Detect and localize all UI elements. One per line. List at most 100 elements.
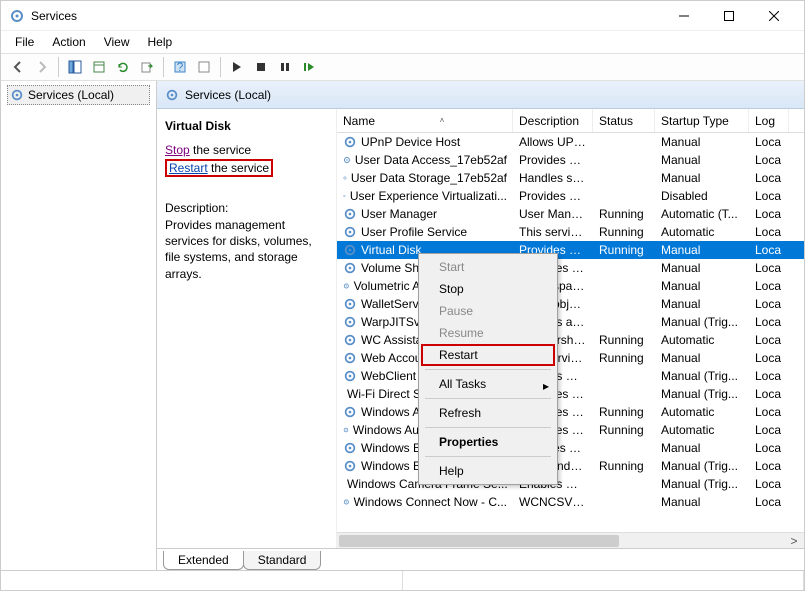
cell-logon: Loca <box>749 261 789 275</box>
service-icon <box>343 297 357 311</box>
cell-logon: Loca <box>749 315 789 329</box>
forward-button[interactable] <box>31 56 53 78</box>
service-row[interactable]: User ManagerUser Manag...RunningAutomati… <box>337 205 804 223</box>
tree-root-label: Services (Local) <box>28 88 114 102</box>
properties-button[interactable] <box>88 56 110 78</box>
cell-startup: Automatic <box>655 423 749 437</box>
ctx-help[interactable]: Help <box>421 460 555 482</box>
cell-logon: Loca <box>749 135 789 149</box>
cell-logon: Loca <box>749 333 789 347</box>
column-description[interactable]: Description <box>513 109 593 132</box>
service-row[interactable]: User Experience Virtualizati...Provides … <box>337 187 804 205</box>
service-row[interactable]: User Data Storage_17eb52afHandles sto...… <box>337 169 804 187</box>
pause-service-button[interactable] <box>274 56 296 78</box>
service-icon <box>343 189 346 203</box>
ctx-separator <box>425 369 551 370</box>
column-logon[interactable]: Log <box>749 109 789 132</box>
ctx-all-tasks[interactable]: All Tasks▸ <box>421 373 555 395</box>
cell-startup: Automatic <box>655 333 749 347</box>
service-row[interactable]: Web Account ManagerThis service ...Runni… <box>337 349 804 367</box>
column-status[interactable]: Status <box>593 109 655 132</box>
tree-root-node[interactable]: Services (Local) <box>7 85 150 105</box>
service-row[interactable]: Windows Biometric ServiceThe Windo...Run… <box>337 457 804 475</box>
scroll-right-icon[interactable]: > <box>786 533 802 548</box>
ctx-restart[interactable]: Restart <box>421 344 555 366</box>
tab-standard[interactable]: Standard <box>243 551 322 570</box>
content-area: Services (Local) Services (Local) Virtua… <box>1 81 804 570</box>
service-row[interactable]: WC AssistantWondershare ...RunningAutoma… <box>337 331 804 349</box>
stop-suffix: the service <box>190 143 251 157</box>
service-row[interactable]: Windows Audio Endpoint B...Manages au...… <box>337 421 804 439</box>
cell-startup: Manual <box>655 297 749 311</box>
cell-status: Running <box>593 459 655 473</box>
restart-service-link[interactable]: Restart <box>169 161 208 175</box>
status-bar <box>1 570 804 590</box>
cell-name: User Data Storage_17eb52af <box>337 171 513 185</box>
maximize-button[interactable] <box>706 2 751 30</box>
column-startup[interactable]: Startup Type <box>655 109 749 132</box>
service-row[interactable]: UPnP Device HostAllows UPn...ManualLoca <box>337 133 804 151</box>
service-row[interactable]: User Data Access_17eb52afProvides ap...M… <box>337 151 804 169</box>
service-row[interactable]: WebClientEnables Win...Manual (Trig...Lo… <box>337 367 804 385</box>
cell-logon: Loca <box>749 153 789 167</box>
list-body[interactable]: UPnP Device HostAllows UPn...ManualLocaU… <box>337 133 804 532</box>
stop-service-link[interactable]: Stop <box>165 143 190 157</box>
minimize-button[interactable] <box>661 2 706 30</box>
titlebar: Services <box>1 1 804 31</box>
cell-startup: Manual <box>655 153 749 167</box>
service-row[interactable]: Virtual DiskProvides m...RunningManualLo… <box>337 241 804 259</box>
pane-title: Services (Local) <box>185 88 271 102</box>
cell-startup: Automatic <box>655 225 749 239</box>
restart-service-button[interactable] <box>298 56 320 78</box>
cell-status: Running <box>593 423 655 437</box>
help-button[interactable]: ? <box>169 56 191 78</box>
service-row[interactable]: Windows AudioManages au...RunningAutomat… <box>337 403 804 421</box>
cell-logon: Loca <box>749 441 789 455</box>
menu-file[interactable]: File <box>7 33 42 51</box>
service-row[interactable]: Windows BackupProvides Wi...ManualLoca <box>337 439 804 457</box>
start-service-button[interactable] <box>226 56 248 78</box>
menu-view[interactable]: View <box>96 33 138 51</box>
service-row[interactable]: Windows Camera Frame Se...Enables mul...… <box>337 475 804 493</box>
refresh-button[interactable] <box>112 56 134 78</box>
tab-extended[interactable]: Extended <box>163 551 244 570</box>
service-row[interactable]: WalletServiceHosts objec...ManualLoca <box>337 295 804 313</box>
service-row[interactable]: Volume Shadow CopyManages an...ManualLoc… <box>337 259 804 277</box>
cell-startup: Manual (Trig... <box>655 459 749 473</box>
service-icon <box>343 369 357 383</box>
back-button[interactable] <box>7 56 29 78</box>
service-icon <box>343 243 357 257</box>
menu-help[interactable]: Help <box>140 33 181 51</box>
ctx-separator <box>425 398 551 399</box>
service-row[interactable]: User Profile ServiceThis service ...Runn… <box>337 223 804 241</box>
cell-desc: Provides su... <box>513 189 593 203</box>
pane-header: Services (Local) <box>157 81 804 109</box>
service-row[interactable]: Wi-Fi Direct Services Conne...Manages co… <box>337 385 804 403</box>
ctx-resume: Resume <box>421 322 555 344</box>
service-icon <box>343 351 357 365</box>
export-button[interactable] <box>136 56 158 78</box>
show-hide-tree-button[interactable] <box>64 56 86 78</box>
service-row[interactable]: Windows Connect Now - C...WCNCSVC ...Man… <box>337 493 804 511</box>
context-menu: Start Stop Pause Resume Restart All Task… <box>418 253 558 485</box>
ctx-stop[interactable]: Stop <box>421 278 555 300</box>
service-row[interactable]: Volumetric Audio Composit...Hosts spatia… <box>337 277 804 295</box>
stop-service-button[interactable] <box>250 56 272 78</box>
horizontal-scrollbar[interactable]: > <box>337 532 804 548</box>
gear-icon <box>165 88 179 102</box>
cell-status: Running <box>593 243 655 257</box>
menu-action[interactable]: Action <box>44 33 93 51</box>
restart-highlight: Restart the service <box>165 159 273 177</box>
scrollbar-thumb[interactable] <box>339 535 619 547</box>
service-icon <box>343 459 357 473</box>
ctx-refresh[interactable]: Refresh <box>421 402 555 424</box>
cell-logon: Loca <box>749 387 789 401</box>
cell-logon: Loca <box>749 279 789 293</box>
service-row[interactable]: WarpJITSvcEnables a JI...Manual (Trig...… <box>337 313 804 331</box>
close-button[interactable] <box>751 2 796 30</box>
toolbar-separator <box>163 57 164 77</box>
cell-desc: Handles sto... <box>513 171 593 185</box>
column-name[interactable]: Name˄ <box>337 109 513 132</box>
ctx-properties[interactable]: Properties <box>421 431 555 453</box>
action-button[interactable] <box>193 56 215 78</box>
